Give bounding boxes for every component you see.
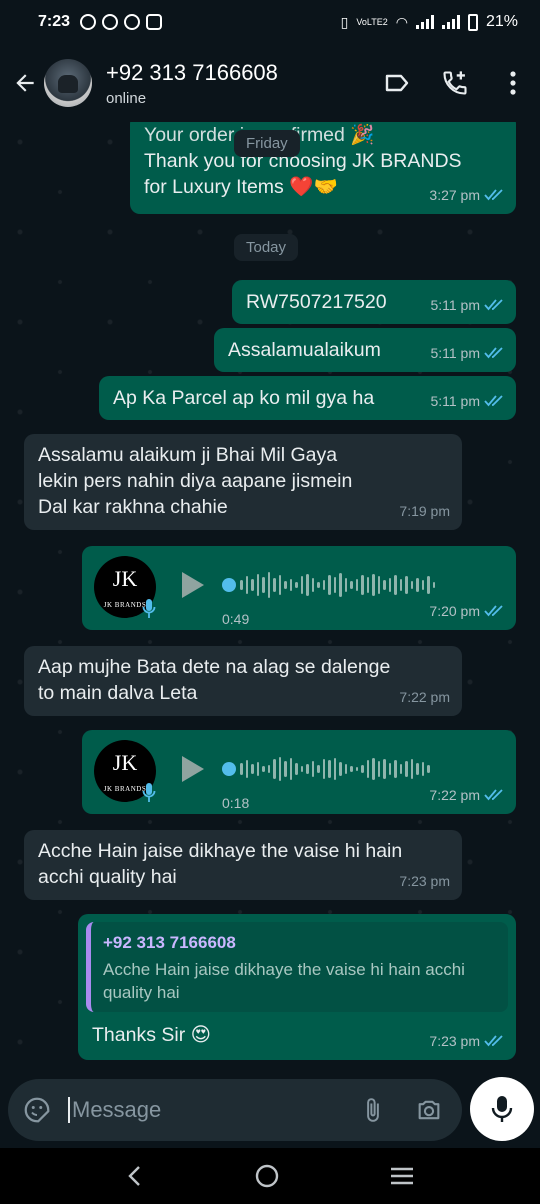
brand-logo-text: JK <box>112 750 138 775</box>
message-time: 7:23 pm <box>429 1033 480 1049</box>
message-incoming[interactable]: Aap mujhe Bata dete na alag se dalenge t… <box>24 646 462 716</box>
message-outgoing[interactable]: Assalamualaikum 5:11 pm <box>214 328 516 372</box>
voice-message[interactable]: JK JK BRANDS 0:18 7:22 pm <box>82 730 516 814</box>
nav-home-icon[interactable] <box>254 1163 280 1189</box>
back-arrow-icon[interactable] <box>12 70 38 96</box>
brand-logo-text: JK <box>112 566 138 591</box>
message-text: Thank you for choosing JK BRANDS <box>144 150 462 172</box>
message-meta: 7:23 pm <box>429 1028 504 1054</box>
waveform[interactable] <box>240 754 430 784</box>
label-icon[interactable] <box>382 68 412 98</box>
vibrate-icon: ▯ <box>340 13 349 30</box>
whatsapp-notification-icon <box>80 14 97 30</box>
compose-bar <box>0 1074 540 1148</box>
seek-handle[interactable] <box>222 578 236 592</box>
system-nav-bar <box>0 1148 540 1204</box>
more-vert-icon[interactable] <box>498 68 528 98</box>
read-ticks-icon <box>484 299 503 311</box>
contact-status: online <box>106 89 147 107</box>
message-incoming[interactable]: Assalamu alaikum ji Bhai Mil Gaya lekin … <box>24 434 462 530</box>
message-text: RW7507217520 <box>246 291 387 313</box>
message-time: 5:11 pm <box>430 393 480 409</box>
mic-icon <box>142 599 156 618</box>
sticker-icon[interactable] <box>22 1095 52 1125</box>
date-chip-today: Today <box>234 234 299 261</box>
quoted-message[interactable]: +92 313 7166608 Acche Hain jaise dikhaye… <box>86 922 508 1012</box>
nav-recents-icon[interactable] <box>389 1165 415 1187</box>
message-outgoing[interactable]: Your order is confirmed 🎉 Thank you for … <box>130 122 516 214</box>
message-time: 7:19 pm <box>399 503 450 519</box>
voice-duration: 0:18 <box>222 795 250 811</box>
read-ticks-icon <box>484 189 503 201</box>
signal-2-icon <box>441 15 460 29</box>
message-time: 5:11 pm <box>430 297 480 313</box>
battery-icon <box>467 13 478 31</box>
message-text: Assalamualaikum <box>228 339 381 361</box>
attach-icon[interactable] <box>360 1095 386 1125</box>
chat-area[interactable]: Your order is confirmed 🎉 Thank you for … <box>0 122 540 1074</box>
message-input-container[interactable] <box>8 1079 462 1141</box>
message-meta: 7:23 pm <box>399 868 450 894</box>
voice-duration: 0:49 <box>222 611 250 627</box>
message-text: Ap Ka Parcel ap ko mil gya ha <box>113 387 375 409</box>
notification-icons <box>80 14 163 30</box>
date-chip-friday: Friday <box>234 130 300 157</box>
contact-name: +92 313 7166608 <box>106 59 278 85</box>
message-time: 3:27 pm <box>429 187 480 203</box>
message-incoming[interactable]: Acche Hain jaise dikhaye the vaise hi ha… <box>24 830 462 900</box>
message-time: 7:22 pm <box>429 787 480 803</box>
mic-icon <box>142 783 156 802</box>
camera-icon[interactable] <box>414 1096 444 1124</box>
contact-avatar[interactable] <box>44 59 92 107</box>
chat-header: +92 313 7166608 online <box>0 44 540 122</box>
message-text: Assalamu alaikum ji Bhai Mil Gaya lekin … <box>38 444 353 518</box>
whatsapp-business-notification-icon <box>102 14 119 30</box>
message-time: 7:23 pm <box>399 873 450 889</box>
message-text: Aap mujhe Bata dete na alag se dalenge t… <box>38 656 391 704</box>
system-icons: ▯ VoLTE2 ◠ 21% <box>341 13 518 31</box>
message-text: Your order is confirmed 🎉 <box>144 124 375 146</box>
nav-back-icon[interactable] <box>125 1164 145 1188</box>
message-meta: 5:11 pm <box>430 388 504 414</box>
read-ticks-icon <box>484 395 503 407</box>
play-icon[interactable] <box>180 570 206 600</box>
quoted-text: Acche Hain jaise dikhaye the vaise hi ha… <box>103 960 465 1002</box>
message-meta: 7:19 pm <box>399 498 450 524</box>
message-input[interactable] <box>68 1097 360 1123</box>
status-bar: 7:23 ▯ VoLTE2 ◠ 21% <box>0 0 540 44</box>
read-ticks-icon <box>484 347 503 359</box>
message-meta: 7:22 pm <box>429 782 504 808</box>
message-outgoing-reply[interactable]: +92 313 7166608 Acche Hain jaise dikhaye… <box>78 914 516 1060</box>
mic-icon <box>491 1096 513 1122</box>
waveform[interactable] <box>240 570 435 600</box>
voice-record-button[interactable] <box>470 1077 534 1141</box>
play-icon[interactable] <box>180 754 206 784</box>
chat-notification-icon <box>124 14 141 30</box>
add-call-icon[interactable] <box>440 68 470 98</box>
message-time: 5:11 pm <box>430 345 480 361</box>
message-text: Acche Hain jaise dikhaye the vaise hi ha… <box>38 840 403 888</box>
message-time: 7:22 pm <box>399 689 450 705</box>
volte-icon: VoLTE2 <box>356 16 388 27</box>
message-meta: 3:27 pm <box>429 182 504 208</box>
message-meta: 7:20 pm <box>429 598 504 624</box>
read-ticks-icon <box>484 789 503 801</box>
message-meta: 5:11 pm <box>430 340 504 366</box>
status-time: 7:23 <box>38 13 71 30</box>
seek-handle[interactable] <box>222 762 236 776</box>
read-ticks-icon <box>484 605 503 617</box>
signal-1-icon <box>415 15 434 29</box>
message-outgoing[interactable]: Ap Ka Parcel ap ko mil gya ha 5:11 pm <box>99 376 516 420</box>
quoted-sender: +92 313 7166608 <box>103 933 236 952</box>
message-outgoing[interactable]: RW7507217520 5:11 pm <box>232 280 516 324</box>
wifi-icon: ◠ <box>395 13 408 30</box>
read-ticks-icon <box>484 1035 503 1047</box>
app-notification-icon <box>146 14 163 30</box>
message-time: 7:20 pm <box>429 603 480 619</box>
message-meta: 7:22 pm <box>399 684 450 710</box>
battery-percent: 21% <box>485 13 518 30</box>
contact-info[interactable]: +92 313 7166608 online <box>106 60 354 107</box>
message-meta: 5:11 pm <box>430 292 504 318</box>
voice-message[interactable]: JK JK BRANDS 0:49 7:20 pm <box>82 546 516 630</box>
